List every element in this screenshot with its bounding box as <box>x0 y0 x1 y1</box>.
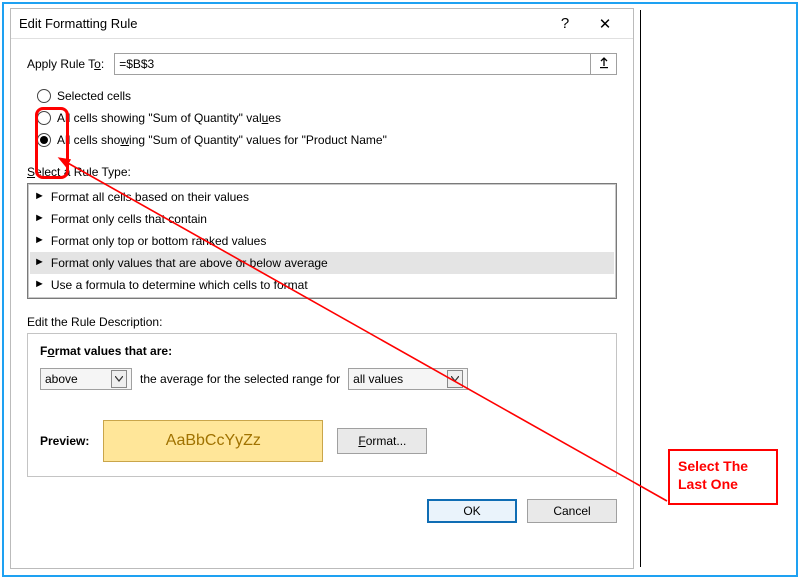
format-values-that-are-label: Format values that are: <box>40 344 604 358</box>
radio-label: All cells showing "Sum of Quantity" valu… <box>57 111 281 125</box>
combo-value: all values <box>353 372 403 386</box>
rule-type-item-label: Use a formula to determine which cells t… <box>51 278 308 292</box>
apply-rule-to-value: =$B$3 <box>119 57 154 71</box>
collapse-dialog-button[interactable] <box>591 53 617 75</box>
rule-description-panel: Format values that are: above the averag… <box>27 333 617 477</box>
dialog-button-row: OK Cancel <box>11 489 633 523</box>
bullet-icon: ► <box>34 234 45 246</box>
radio-label: Selected cells <box>57 89 131 103</box>
rule-type-item-label: Format only cells that contain <box>51 212 207 226</box>
rule-type-item[interactable]: ► Format only top or bottom ranked value… <box>30 230 614 252</box>
ok-button[interactable]: OK <box>427 499 517 523</box>
apply-rule-to-label: Apply Rule To: <box>27 57 104 71</box>
cancel-button[interactable]: Cancel <box>527 499 617 523</box>
edit-formatting-rule-dialog: Edit Formatting Rule ? ✕ Apply Rule To: … <box>10 8 634 569</box>
combo-value: above <box>45 372 78 386</box>
apply-rule-to-input[interactable]: =$B$3 <box>114 53 591 75</box>
rule-type-item[interactable]: ► Use a formula to determine which cells… <box>30 274 614 296</box>
preview-label: Preview: <box>40 434 89 448</box>
help-button[interactable]: ? <box>545 15 585 32</box>
dialog-titlebar: Edit Formatting Rule ? ✕ <box>11 9 633 39</box>
radio-icon <box>37 133 51 147</box>
radio-all-cells-field[interactable]: All cells showing "Sum of Quantity" valu… <box>37 107 617 129</box>
bullet-icon: ► <box>34 278 45 290</box>
format-button[interactable]: Format... <box>337 428 427 454</box>
rule-type-item[interactable]: ► Format only cells that contain <box>30 208 614 230</box>
format-button-label: Format... <box>358 434 406 448</box>
format-preview: AaBbCcYyZz <box>103 420 323 462</box>
radio-icon <box>37 89 51 103</box>
chevron-down-icon <box>447 370 463 388</box>
radio-icon <box>37 111 51 125</box>
rule-type-item-label: Format all cells based on their values <box>51 190 249 204</box>
comparison-combo[interactable]: above <box>40 368 132 390</box>
bullet-icon: ► <box>34 190 45 202</box>
dialog-title: Edit Formatting Rule <box>19 16 545 31</box>
apply-scope-radio-group: Selected cells All cells showing "Sum of… <box>37 85 617 151</box>
mid-label: the average for the selected range for <box>140 372 340 386</box>
radio-label: All cells showing "Sum of Quantity" valu… <box>57 133 387 147</box>
rule-type-item[interactable]: ► Format all cells based on their values <box>30 186 614 208</box>
radio-selected-cells[interactable]: Selected cells <box>37 85 617 107</box>
chevron-down-icon <box>111 370 127 388</box>
vertical-separator <box>640 10 641 567</box>
rule-type-label: Select a Rule Type: <box>27 165 617 179</box>
edit-rule-description-label: Edit the Rule Description: <box>27 315 617 329</box>
rule-type-item-label: Format only top or bottom ranked values <box>51 234 266 248</box>
cancel-label: Cancel <box>553 504 590 518</box>
bullet-icon: ► <box>34 212 45 224</box>
rule-type-list[interactable]: ► Format all cells based on their values… <box>27 183 617 299</box>
radio-all-cells-field-for-row[interactable]: All cells showing "Sum of Quantity" valu… <box>37 129 617 151</box>
annotation-select-last-one: Select The Last One <box>668 449 778 505</box>
ok-label: OK <box>463 504 480 518</box>
scope-combo[interactable]: all values <box>348 368 468 390</box>
close-button[interactable]: ✕ <box>585 15 625 33</box>
collapse-icon <box>598 57 610 72</box>
rule-type-item-label: Format only values that are above or bel… <box>51 256 328 270</box>
rule-type-item[interactable]: ► Format only values that are above or b… <box>30 252 614 274</box>
bullet-icon: ► <box>34 256 45 268</box>
